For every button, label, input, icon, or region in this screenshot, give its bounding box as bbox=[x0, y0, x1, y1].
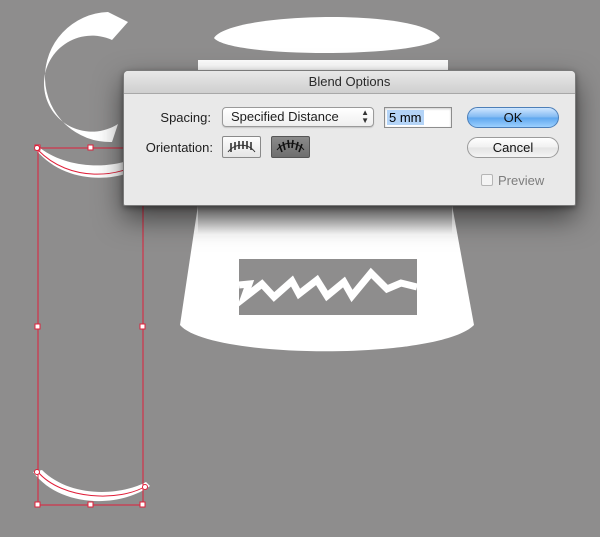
cap-top-artwork[interactable] bbox=[214, 16, 440, 53]
orientation-align-to-path-button[interactable] bbox=[271, 136, 310, 158]
handle-bottom-mid[interactable] bbox=[87, 501, 94, 508]
distance-input[interactable]: 5 mm bbox=[384, 107, 452, 128]
handle-bottom-right[interactable] bbox=[139, 501, 146, 508]
blend-options-dialog: Blend Options Spacing: Specified Distanc… bbox=[123, 70, 576, 206]
distance-input-value: 5 mm bbox=[387, 110, 424, 125]
preview-label: Preview bbox=[498, 173, 545, 188]
bottom-arc-artwork bbox=[33, 470, 150, 502]
anchor-point[interactable] bbox=[34, 469, 40, 475]
spacing-select-value: Specified Distance bbox=[231, 109, 339, 124]
handle-mid-right[interactable] bbox=[139, 323, 146, 330]
handle-top-mid[interactable] bbox=[87, 144, 94, 151]
dialog-title[interactable]: Blend Options bbox=[124, 71, 575, 94]
updown-arrows-icon: ▲ ▼ bbox=[361, 108, 369, 125]
c-shape-artwork[interactable] bbox=[44, 12, 128, 143]
anchor-point[interactable] bbox=[34, 145, 40, 151]
orientation-align-to-page-button[interactable] bbox=[222, 136, 261, 158]
anchor-point[interactable] bbox=[142, 484, 148, 490]
handle-bottom-left[interactable] bbox=[34, 501, 41, 508]
preview-checkbox[interactable] bbox=[481, 174, 493, 186]
ok-button[interactable]: OK bbox=[467, 107, 559, 128]
handle-mid-left[interactable] bbox=[34, 323, 41, 330]
orientation-align-to-path-icon bbox=[276, 139, 305, 153]
orientation-label: Orientation: bbox=[145, 140, 213, 155]
orientation-align-to-page-icon bbox=[227, 141, 256, 153]
dialog-shadow-on-artwork bbox=[198, 204, 452, 234]
spacing-label: Spacing: bbox=[160, 110, 211, 125]
cancel-button[interactable]: Cancel bbox=[467, 137, 559, 158]
spacing-select[interactable]: Specified Distance ▲ ▼ bbox=[222, 107, 374, 127]
